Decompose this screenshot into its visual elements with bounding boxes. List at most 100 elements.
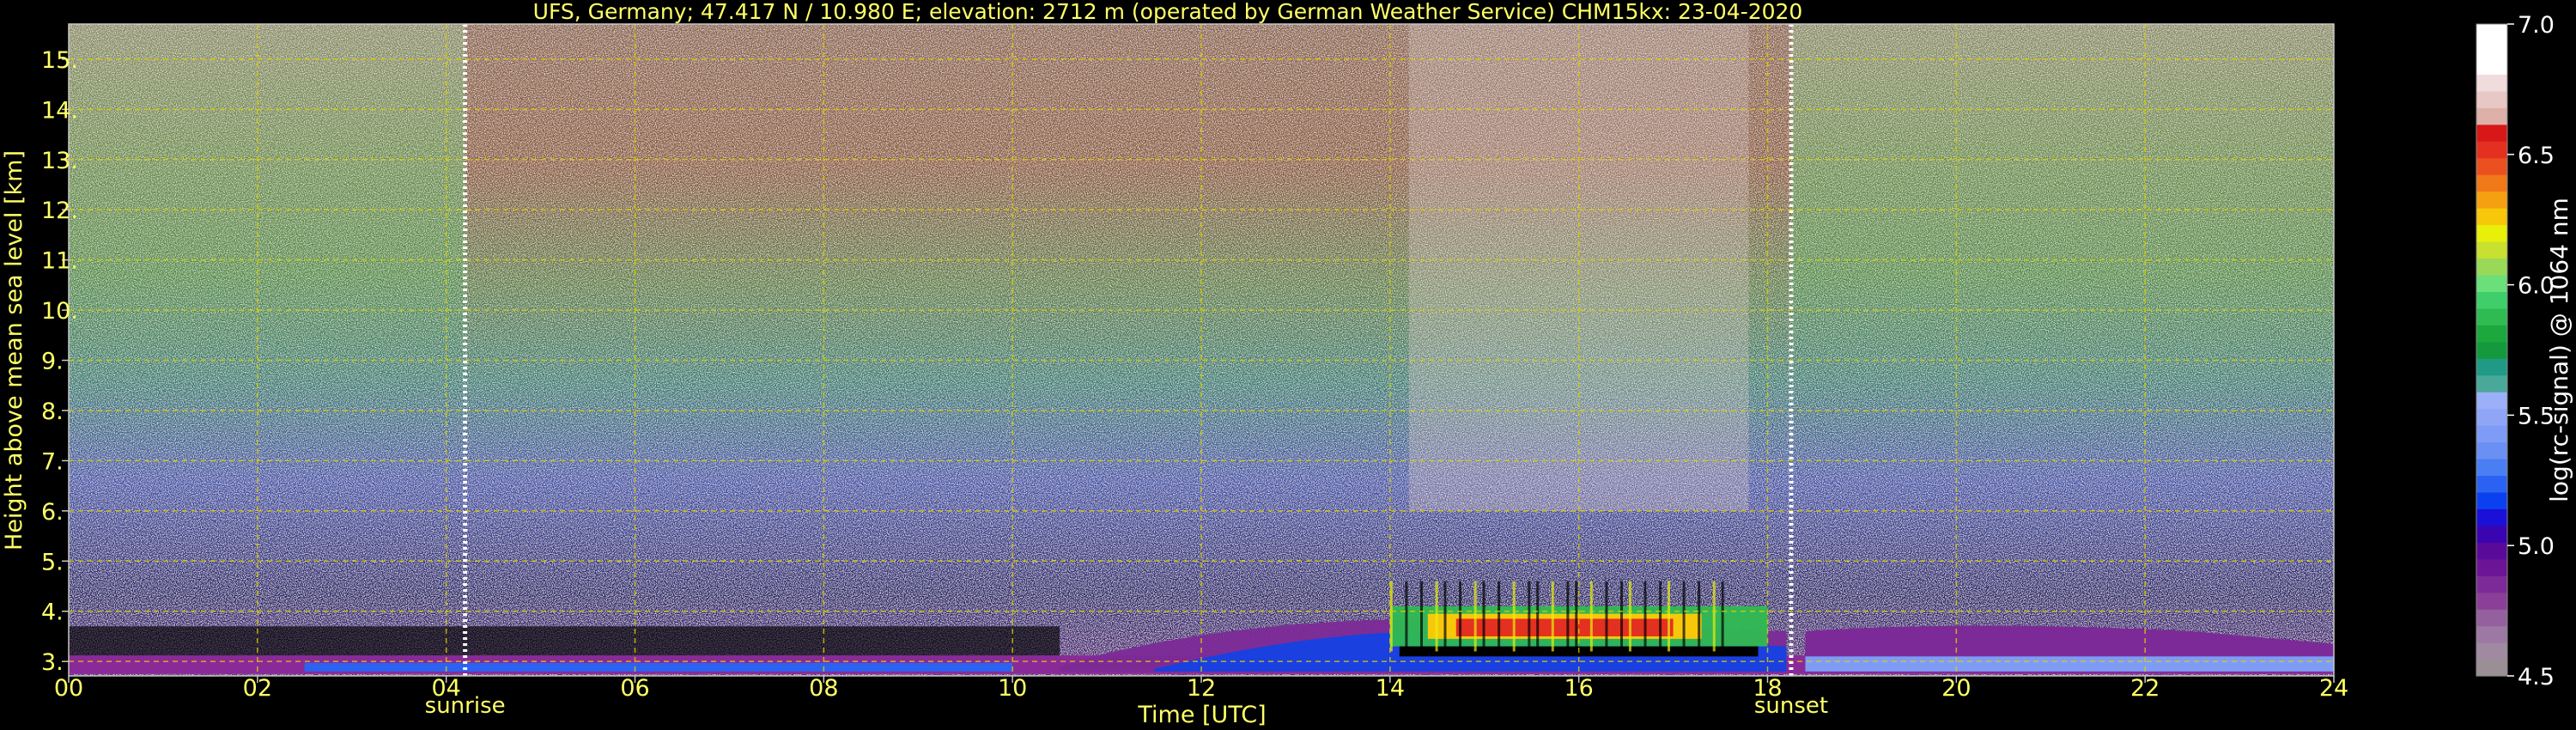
y-tick-label: 7. [41,448,64,475]
colorbar-swatch [2476,558,2507,576]
cloud-streak [1620,581,1624,652]
cloud-streak [1643,581,1647,652]
cloud-streak [1712,581,1716,652]
surface-blue-band [304,662,1013,672]
dark-band [69,626,1060,660]
x-tick-label: 14 [1376,675,1405,702]
colorbar-swatch [2476,141,2507,159]
y-axis-label: Height above mean sea level [km] [1,150,27,551]
cloud-streak [1512,581,1516,652]
cloud-streak [1528,581,1531,652]
y-tick-label: 14. [41,97,78,124]
y-tick-label: 12. [41,198,78,224]
afternoon-scatter [1408,24,1749,511]
cloud-streak [1721,581,1724,652]
cloud-streak [1405,581,1408,652]
colorbar-swatch [2476,208,2507,226]
colorbar-swatch [2476,441,2507,459]
x-tick-label: 12 [1187,675,1216,702]
colorbar-swatch [2476,274,2507,292]
colorbar-tick-label: 5.0 [2518,533,2555,560]
x-tick-label: 24 [2319,675,2348,702]
ceilometer-chart: sunrise sunset 00 02 04 06 08 10 12 14 16 18 20 22 24… [1,0,2573,728]
colorbar-swatch [2476,525,2507,543]
colorbar-swatch [2476,57,2507,75]
x-tick-label: 16 [1564,675,1593,702]
colorbar-swatch [2476,374,2507,392]
x-tick-label: 06 [620,675,649,702]
cloud-streak [1682,581,1686,652]
colorbar-swatch [2476,358,2507,376]
colorbar-swatch [2476,508,2507,526]
cloud-streak [1589,581,1593,652]
y-tick-label: 8. [41,398,64,425]
x-tick-label: 10 [998,675,1027,702]
cloud-streak [1667,581,1670,652]
cloud-streak [1575,581,1578,652]
x-tick-label: 00 [54,675,83,702]
cloud-streak [1605,581,1608,652]
x-tick-label: 18 [1753,675,1782,702]
cloud-streak [1473,581,1477,652]
y-tick-label: 15. [41,47,78,74]
colorbar-swatch [2476,241,2507,259]
colorbar-swatch [2476,425,2507,443]
cloud-streak [1459,581,1462,652]
colorbar-swatch [2476,408,2507,426]
y-tick-label: 5. [41,549,64,575]
colorbar-label: log(rc-signal) @ 1064 nm [2545,198,2573,502]
y-tick-label: 3. [41,649,64,676]
y-tick-label: 9. [41,349,64,375]
colorbar-swatch [2476,40,2507,58]
y-tick-label: 10. [41,298,78,325]
cloud-streak [1536,581,1540,652]
colorbar-swatch [2476,659,2507,677]
x-tick-label: 02 [243,675,272,702]
cloud-streak [1443,581,1447,652]
colorbar-swatch [2476,325,2507,343]
x-axis-label: Time [UTC] [1137,702,1266,728]
colorbar [2476,23,2508,677]
x-tick-label: 20 [1941,675,1971,702]
cloud-streak [1435,581,1438,652]
colorbar-swatch [2476,191,2507,209]
colorbar-swatch [2476,174,2507,192]
colorbar-swatch [2476,542,2507,560]
y-tick-label: 13. [41,148,78,174]
colorbar-swatch [2476,341,2507,359]
colorbar-tick-label: 4.5 [2518,664,2555,690]
colorbar-swatch [2476,625,2507,643]
cloud-streak [1482,581,1485,652]
x-tick-label: 08 [809,675,838,702]
cloud-streak [1659,581,1662,652]
colorbar-swatch [2476,609,2507,627]
colorbar-swatch [2476,24,2507,42]
cloud-streak [1698,581,1701,652]
x-axis-ticks: 00 02 04 06 08 10 12 14 16 18 20 22 24 [54,675,2348,702]
cloud-streak [1420,581,1424,652]
cloud-layer-core [1455,618,1674,636]
colorbar-swatch [2476,107,2507,125]
colorbar-swatch [2476,642,2507,660]
colorbar-swatch [2476,475,2507,493]
y-tick-label: 11. [41,248,78,275]
cloud-streak [1551,581,1554,652]
evening-surface [1805,656,2334,672]
colorbar-swatch [2476,258,2507,276]
x-tick-label: 22 [2130,675,2160,702]
colorbar-tick-label: 7.0 [2518,12,2555,39]
colorbar-swatch [2476,291,2507,309]
colorbar-swatch [2476,90,2507,108]
colorbar-swatch [2476,307,2507,325]
cloud-streak [1628,581,1631,652]
colorbar-swatch [2476,459,2507,477]
colorbar-swatch [2476,392,2507,410]
colorbar-swatch [2476,592,2507,610]
colorbar-swatch [2476,224,2507,242]
x-tick-label: 04 [431,675,460,702]
cloud-streak [1566,581,1570,652]
y-tick-label: 4. [41,599,64,626]
colorbar-swatch [2476,575,2507,593]
colorbar-swatch [2476,491,2507,509]
colorbar-tick-label: 6.5 [2518,143,2555,169]
